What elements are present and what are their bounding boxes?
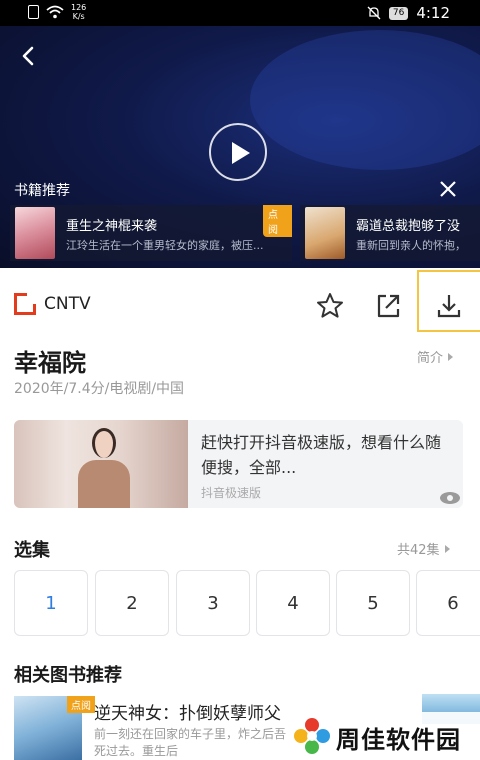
related-book-description: 前一刻还在回家的车子里，炸之后吾死过去。重生后 [94, 727, 287, 758]
ad-image [14, 420, 188, 508]
episode-button[interactable]: 4 [256, 570, 330, 636]
clock: 4:12 [416, 4, 450, 22]
intro-label: 简介 [417, 351, 444, 366]
share-button[interactable] [372, 290, 404, 322]
related-book-name[interactable]: 逆天神女：扑倒妖孽师父 [94, 699, 281, 724]
video-backdrop [250, 30, 480, 170]
episodes-title: 选集 [14, 540, 50, 561]
show-title: 幸福院 [14, 349, 86, 377]
back-arrow-icon [22, 46, 34, 66]
share-icon [377, 294, 400, 318]
book-badge: 点阅 [263, 205, 292, 237]
book-recommend-title: 书籍推荐 [14, 183, 70, 199]
chevron-right-icon [448, 353, 454, 361]
back-button[interactable] [15, 42, 43, 70]
close-button[interactable] [437, 178, 459, 200]
related-books-title: 相关图书推荐 [14, 665, 122, 686]
status-bar: 126 K/s 76 4:12 [0, 0, 480, 26]
related-book-badge: 点阅 [67, 696, 95, 713]
channel-brand: CNTV [14, 293, 91, 315]
chevron-right-icon [444, 545, 450, 553]
site-watermark: 周佳软件园 [288, 712, 480, 760]
episode-number: 5 [367, 592, 379, 614]
episode-number: 4 [287, 592, 299, 614]
favorite-button[interactable] [314, 290, 346, 322]
star-icon [317, 293, 343, 318]
book-name: 重生之神棍来袭 [66, 219, 158, 234]
episode-button[interactable]: 6 [416, 570, 480, 636]
book-description: 重新回到亲人的怀抱， [356, 239, 466, 252]
episode-button[interactable]: 2 [95, 570, 169, 636]
episode-count: 共42集 [397, 543, 440, 558]
watermark-text: 周佳软件园 [336, 726, 461, 754]
book-cover [15, 207, 55, 259]
ad-person-figure [78, 428, 130, 508]
battery-indicator: 76 [388, 6, 409, 20]
ad-text: 赶快打开抖音极速版，想看什么随便搜，全部... [201, 433, 442, 477]
book-recommend-card[interactable]: 霸道总裁抱够了没 重新回到亲人的怀抱， [300, 205, 480, 261]
video-player[interactable]: 126 K/s 76 4:12 书籍推荐 重生之神棍来袭 江玲生活在一个重男轻女 [0, 0, 480, 268]
episode-button[interactable]: 1 [14, 570, 88, 636]
sim-icon [28, 5, 39, 19]
download-button[interactable] [433, 290, 465, 322]
mute-icon [367, 6, 381, 20]
flower-logo-icon [294, 718, 330, 754]
ad-banner[interactable]: 赶快打开抖音极速版，想看什么随便搜，全部... 抖音极速版 [14, 420, 463, 508]
ad-source: 抖音极速版 [201, 486, 262, 500]
book-name: 霸道总裁抱够了没 [356, 219, 461, 234]
episode-button[interactable]: 5 [336, 570, 410, 636]
close-icon [440, 181, 456, 197]
channel-name: CNTV [44, 294, 91, 314]
download-icon [437, 295, 461, 318]
episode-button[interactable]: 3 [176, 570, 250, 636]
play-button[interactable] [209, 123, 267, 181]
episode-number: 1 [45, 592, 57, 614]
intro-link[interactable]: 简介 [417, 347, 454, 366]
book-description: 江玲生活在一个重男轻女的家庭，被压... [66, 239, 264, 252]
wifi-icon [46, 5, 64, 19]
play-icon [232, 142, 250, 164]
book-recommend-card[interactable]: 重生之神棍来袭 江玲生活在一个重男轻女的家庭，被压... 点阅 [10, 205, 292, 261]
show-meta: 2020年/7.4分/电视剧/中国 [14, 381, 185, 397]
cntv-logo [14, 293, 36, 315]
episode-number: 2 [126, 592, 138, 614]
episode-count-link[interactable]: 共42集 [397, 539, 450, 558]
network-speed: 126 K/s [71, 3, 87, 21]
eye-icon[interactable] [440, 492, 460, 504]
episode-number: 6 [447, 592, 459, 614]
episode-number: 3 [207, 592, 219, 614]
book-cover [305, 207, 345, 259]
